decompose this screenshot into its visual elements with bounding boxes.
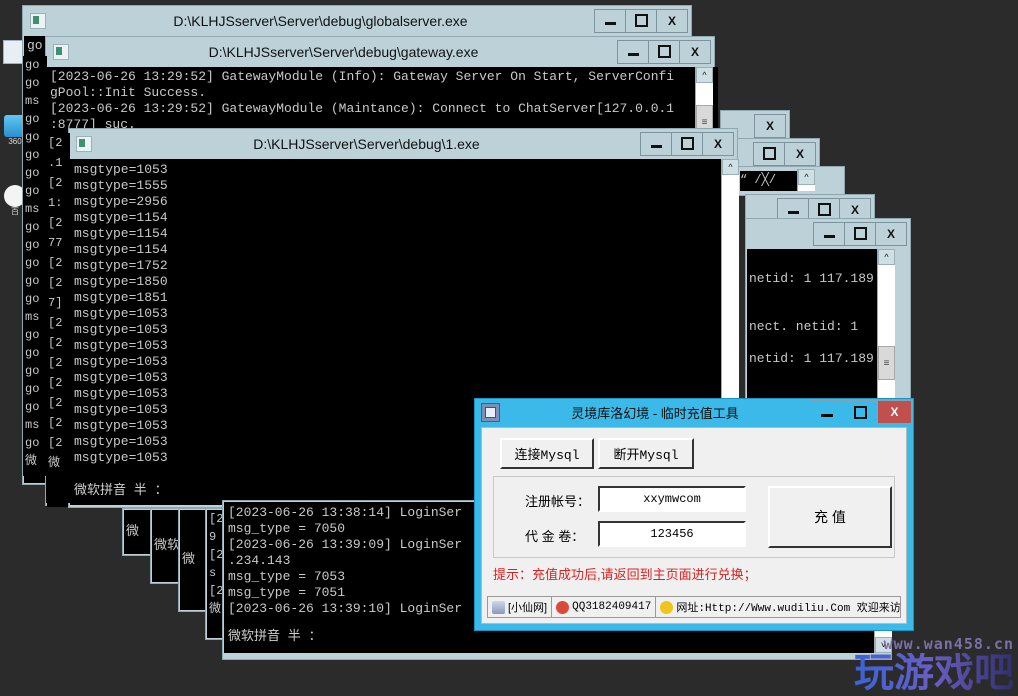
scrollbar-stack-3[interactable]: ^ xyxy=(797,169,815,191)
hint-text: 提示：充值成功后,请返回到主页面进行兑换； xyxy=(493,567,757,582)
console-sliver-gateway: [2 .1 [2 1: [2 77 [2 [2 7] [2 [2 [2 [2 [… xyxy=(46,133,70,503)
status-site-label: [小仙网] xyxy=(508,602,548,614)
window-title-globalserver: D:\KLHJSserver\Server\debug\globalserver… xyxy=(173,12,468,29)
minimize-button[interactable] xyxy=(813,221,845,246)
balloon-icon xyxy=(660,600,674,614)
scroll-thumb[interactable]: ≡ xyxy=(878,346,895,380)
titlebar-gateway[interactable]: D:\KLHJSserver\Server\debug\gateway.exe … xyxy=(46,37,714,66)
status-site[interactable]: [小仙网] xyxy=(488,597,553,617)
maximize-button[interactable] xyxy=(843,400,878,424)
window-title-gateway: D:\KLHJSserver\Server\debug\gateway.exe xyxy=(208,43,479,60)
recharge-button[interactable]: 充 值 xyxy=(768,486,892,548)
maximize-button[interactable] xyxy=(625,8,657,33)
minimize-button[interactable] xyxy=(809,400,844,424)
scroll-up-arrow[interactable]: ^ xyxy=(878,249,895,265)
app-icon xyxy=(481,402,500,422)
close-button[interactable]: X xyxy=(679,39,711,64)
maximize-button[interactable] xyxy=(844,221,876,246)
dialog-body: 连接Mysql 断开Mysql 注册帐号： xxymwcom 代 金 卷： 12… xyxy=(481,427,907,624)
disconnect-mysql-button[interactable]: 断开Mysql xyxy=(598,438,694,469)
ime-fragment: 微 xyxy=(180,510,208,610)
window-controls-1exe[interactable]: X xyxy=(640,131,734,156)
titlebar-globalserver[interactable]: D:\KLHJSserver\Server\debug\globalserver… xyxy=(23,6,691,35)
close-button[interactable]: X xyxy=(784,141,816,166)
scroll-up-arrow[interactable]: ^ xyxy=(696,67,713,83)
status-qq[interactable]: QQ3182409417 xyxy=(552,597,657,617)
dialog-window-controls[interactable]: X xyxy=(809,400,912,424)
window-controls-gateway[interactable]: X xyxy=(617,39,711,64)
input-group: 注册帐号： xxymwcom 代 金 卷： 123456 充 值 xyxy=(493,476,895,558)
minimize-button[interactable] xyxy=(594,8,626,33)
titlebar-1exe[interactable]: D:\KLHJSserver\Server\debug\1.exe X xyxy=(69,129,737,158)
window-stack-2[interactable]: X xyxy=(730,138,820,168)
voucher-label: 代 金 卷： xyxy=(525,529,585,544)
console-snippet: “ /╳/ xyxy=(740,171,800,191)
titlebar-recharge-tool[interactable]: 灵境库洛幻境 - 临时充值工具 X xyxy=(475,399,913,425)
console-icon xyxy=(30,12,46,29)
maximize-button[interactable] xyxy=(648,39,680,64)
close-button[interactable]: X xyxy=(656,8,688,33)
ime-fragment: 微 xyxy=(124,510,152,554)
console-icon xyxy=(53,43,69,60)
close-button[interactable]: X xyxy=(702,131,734,156)
window-controls-globalserver[interactable]: X xyxy=(594,8,688,33)
status-url-label: 网址:Http://Www.wudiliu.Com 欢迎来访 xyxy=(676,603,901,615)
scroll-up-arrow[interactable]: ^ xyxy=(798,169,815,185)
close-button[interactable]: X xyxy=(754,113,786,138)
account-input[interactable]: xxymwcom xyxy=(598,486,746,512)
account-label: 注册帐号： xyxy=(525,494,591,509)
scroll-up-arrow[interactable]: ^ xyxy=(722,159,739,175)
person-icon xyxy=(492,600,505,614)
status-qq-label: QQ3182409417 xyxy=(572,601,652,613)
minimize-button[interactable] xyxy=(640,131,672,156)
dialog-statusbar: [小仙网] QQ3182409417 网址:Http://Www.wudiliu… xyxy=(487,596,901,618)
window-title-1exe: D:\KLHJSserver\Server\debug\1.exe xyxy=(253,135,480,152)
scroll-down-arrow[interactable]: ˅ xyxy=(875,637,892,653)
maximize-button[interactable] xyxy=(671,131,703,156)
close-button[interactable]: X xyxy=(875,221,907,246)
minimize-button[interactable] xyxy=(617,39,649,64)
dialog-recharge-tool[interactable]: 灵境库洛幻境 - 临时充值工具 X 连接Mysql 断开Mysql 注册帐号： … xyxy=(474,398,914,631)
status-url[interactable]: 网址:Http://Www.wudiliu.Com 欢迎来访 xyxy=(656,597,904,617)
connect-mysql-button[interactable]: 连接Mysql xyxy=(500,438,594,469)
window-controls-netid[interactable]: X xyxy=(813,221,907,246)
qq-icon xyxy=(556,600,570,614)
console-sliver-globalserver: go go ms go go go go go ms go go go go g… xyxy=(23,56,47,476)
window-stack-3[interactable]: “ /╳/ ^ xyxy=(735,166,845,196)
dialog-title: 灵境库洛幻境 - 临时充值工具 xyxy=(571,405,739,421)
voucher-input[interactable]: 123456 xyxy=(598,521,746,547)
maximize-button[interactable] xyxy=(753,141,785,166)
console-icon xyxy=(76,135,92,152)
close-button[interactable]: X xyxy=(877,400,912,424)
